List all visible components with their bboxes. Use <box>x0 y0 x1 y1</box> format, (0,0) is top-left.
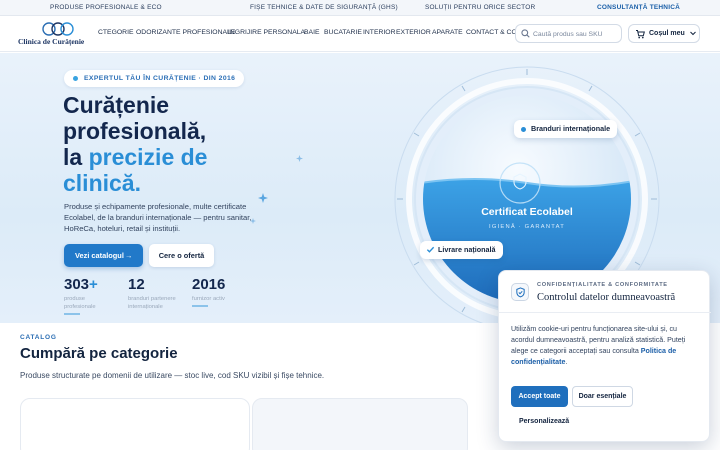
catalog-eyebrow: CATALOG <box>20 334 57 341</box>
logo-mark-icon <box>42 22 74 36</box>
search-input[interactable] <box>533 28 619 40</box>
cart-label: Coșul meu <box>649 30 685 37</box>
stat-products-label: produse profesionale <box>64 296 96 310</box>
hero-title-plain: la <box>63 144 89 170</box>
customize-button[interactable]: Personalizează <box>519 418 569 425</box>
pill-national-shipping: Livrare națională <box>420 241 503 259</box>
hero-title-line-2: profesională, <box>63 118 207 144</box>
nav-item-bathroom[interactable]: BAIE <box>304 29 320 36</box>
catalog-description: Produse structurate pe domenii de utiliz… <box>20 371 325 380</box>
stat-products-suffix: + <box>89 276 98 293</box>
cookie-consent-dialog: CONFIDENȚIALITATE & CONFORMITATE Control… <box>498 270 711 442</box>
pill-shipping-label: Livrare națională <box>438 245 496 254</box>
cookie-eyebrow: CONFIDENȚIALITATE & CONFORMITATE <box>537 282 668 288</box>
hero-title: Curățenie profesională, la precizie de c… <box>63 92 303 196</box>
search-icon <box>521 29 530 38</box>
nav-item-kitchen[interactable]: BUCATARIE <box>324 29 362 36</box>
sparkle-icon <box>258 193 268 203</box>
stat-brands-value: 12 <box>128 276 145 293</box>
stat-year-label: furnizor activ <box>192 296 225 302</box>
nav-item-personal-care[interactable]: INGRIJIRE PERSONALA <box>228 29 305 36</box>
stat-brands: 12 branduri partenere internaționale <box>128 276 178 311</box>
arrow-right-icon: → <box>125 251 133 260</box>
hero-title-line-1: Curățenie <box>63 92 170 118</box>
shield-icon <box>511 283 529 301</box>
nav-item-categories[interactable]: CTEGORIE <box>98 29 134 36</box>
topbar-item-solutions: SOLUȚII PENTRU ORICE SECTOR <box>425 4 536 11</box>
only-essential-button[interactable]: Doar esențiale <box>572 386 633 407</box>
hero-title-line-3: la precizie de <box>63 144 303 170</box>
stat-underline <box>192 305 208 307</box>
site-logo[interactable]: Clinica de Curățenie <box>18 22 98 48</box>
nav-item-contact[interactable]: CONTACT & CO <box>466 29 517 36</box>
view-catalog-label: Vezi catalogul <box>75 251 124 260</box>
stat-year: 2016 furnizor activ <box>192 276 242 307</box>
nav-item-devices[interactable]: APARATE <box>432 29 463 36</box>
search-box <box>515 24 622 43</box>
check-icon <box>426 246 435 253</box>
sparkle-icon <box>296 155 303 162</box>
pill-dot-icon <box>521 127 526 132</box>
hero-description: Produse și echipamente profesionale, mul… <box>64 202 252 233</box>
hero-title-accent: precizie de <box>88 144 208 170</box>
badge-dot-icon <box>73 76 78 81</box>
cert-subtitle: IGIENĂ · GARANTAT <box>489 224 565 230</box>
hero-badge-text: EXPERTUL TĂU ÎN CURĂȚENIE · DIN 2016 <box>84 75 236 82</box>
top-info-strip: PRODUSE PROFESIONALE & ECO FIȘE TEHNICE … <box>0 0 720 16</box>
cookie-title: Controlul datelor dumneavoastră <box>537 292 676 303</box>
pill-international-label: Branduri internaționale <box>531 124 611 133</box>
accept-all-button[interactable]: Accept toate <box>511 386 568 407</box>
stat-year-value: 2016 <box>192 276 226 293</box>
nav-item-interior[interactable]: INTERIOR <box>363 29 395 36</box>
sparkle-icon <box>250 218 256 224</box>
view-catalog-button[interactable]: Vezi catalogul → <box>64 244 143 267</box>
catalog-title: Cumpără pe categorie <box>20 345 178 362</box>
hero-badge: EXPERTUL TĂU ÎN CURĂȚENIE · DIN 2016 <box>64 70 245 87</box>
stat-brands-label: branduri partenere internaționale <box>128 296 176 310</box>
cookie-body-end: . <box>565 358 568 366</box>
topbar-item-datasheets: FIȘE TEHNICE & DATE DE SIGURANȚĂ (GHS) <box>250 4 398 11</box>
stat-underline <box>64 313 80 315</box>
site-header: Clinica de Curățenie CTEGORIE ODORIZANTE… <box>0 16 720 52</box>
category-card[interactable] <box>252 398 468 450</box>
stat-products-value: 303 <box>64 276 90 293</box>
topbar-item-products: PRODUSE PROFESIONALE & ECO <box>50 4 162 11</box>
pill-international-brands: Branduri internaționale <box>514 120 618 138</box>
nav-item-exterior[interactable]: EXTERIOR <box>396 29 431 36</box>
logo-text: Clinica de Curățenie <box>18 37 85 46</box>
chevron-down-icon <box>690 31 696 36</box>
nav-item-fragrances[interactable]: ODORIZANTE PROFESIONALE <box>136 29 235 36</box>
topbar-item-consulting[interactable]: CONSULTANȚĂ TEHNICĂ <box>597 4 680 11</box>
request-offer-button[interactable]: Cere o ofertă <box>149 244 214 267</box>
cookie-body: Utilizăm cookie-uri pentru funcționarea … <box>511 324 701 368</box>
cart-icon <box>636 30 645 39</box>
category-card[interactable] <box>20 398 250 450</box>
cert-title: Certificat Ecolabel <box>481 206 573 218</box>
cookie-dialog-header: CONFIDENȚIALITATE & CONFORMITATE Control… <box>499 271 711 313</box>
stat-products: 303+ produse profesionale <box>64 276 114 315</box>
cart-button[interactable]: Coșul meu <box>628 24 700 43</box>
